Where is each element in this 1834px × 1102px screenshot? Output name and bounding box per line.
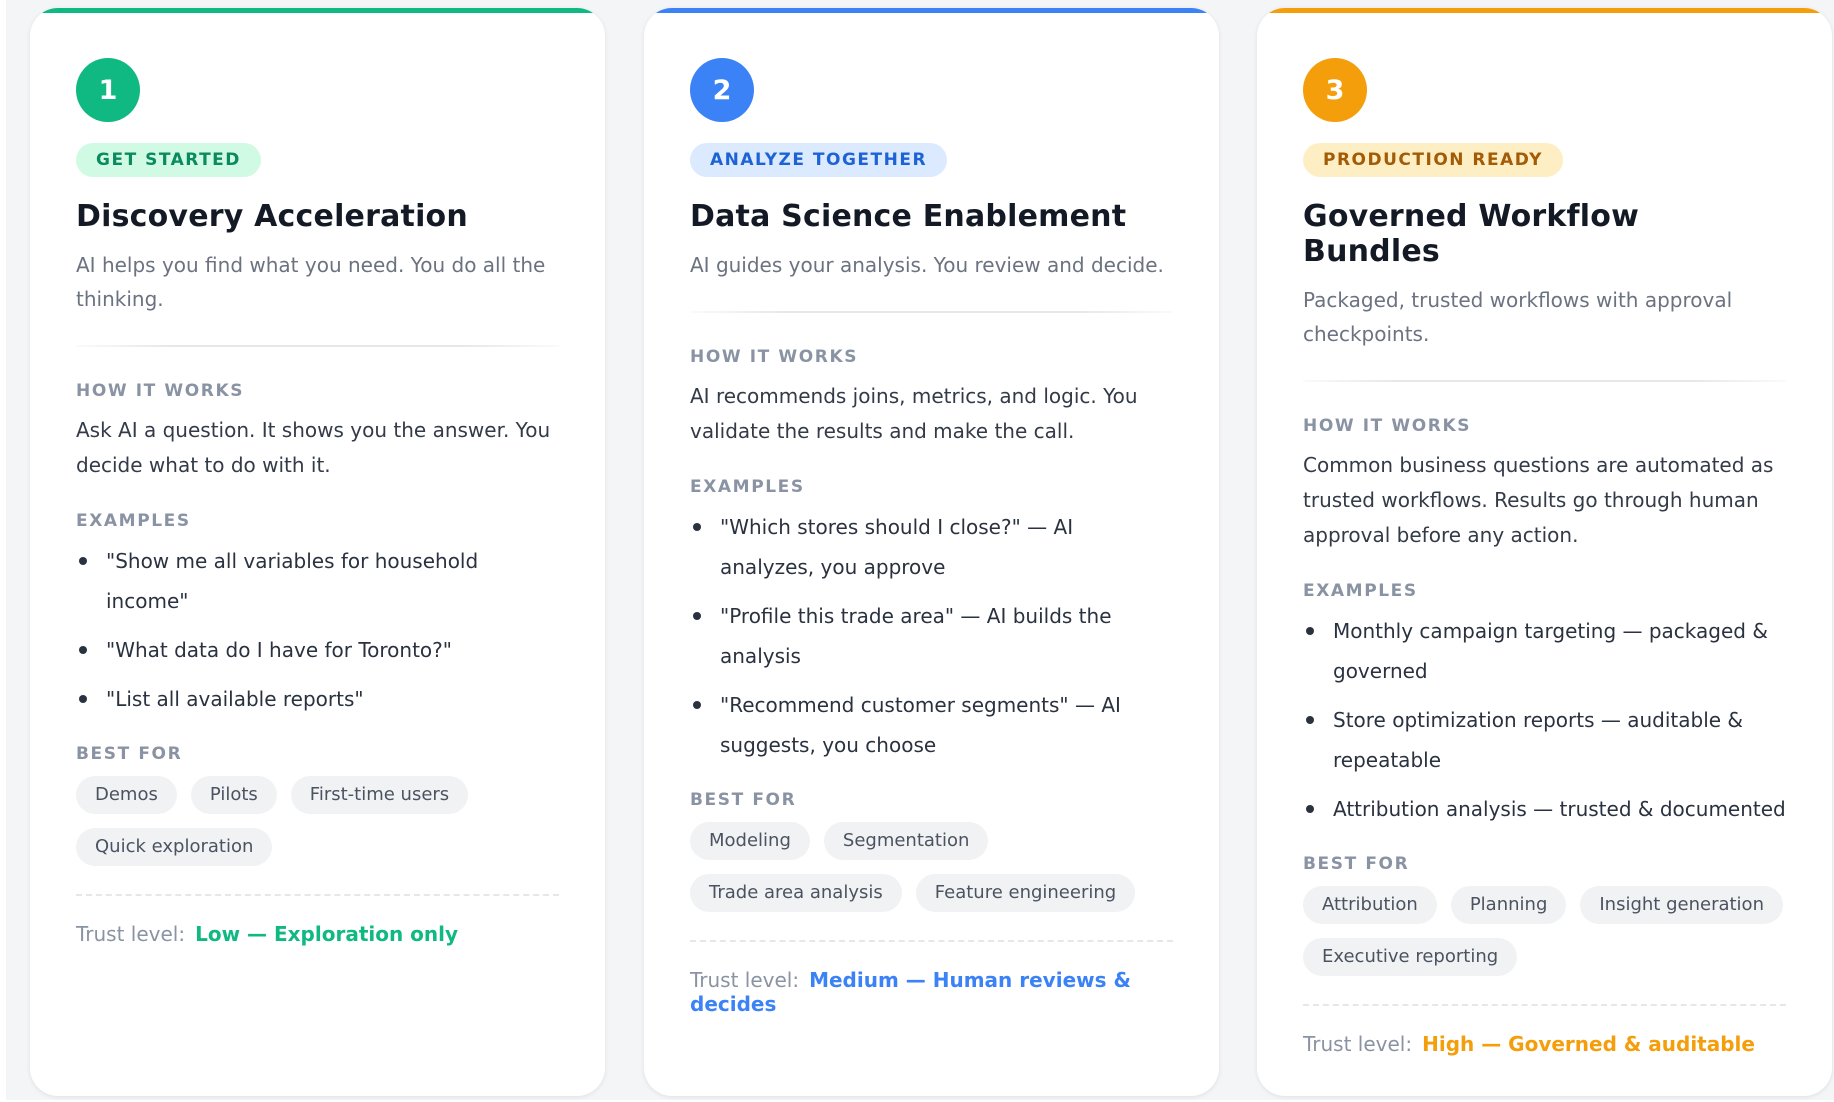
example-item: "Recommend customer segments" — AI sugge… — [690, 685, 1173, 765]
card-title: Data Science Enablement — [690, 199, 1127, 234]
best-for-chips: Modeling Segmentation Trade area analysi… — [690, 822, 1170, 912]
example-item: Monthly campaign targeting — packaged & … — [1303, 611, 1786, 691]
tier-card-discovery: 1 GET STARTED Discovery Acceleration AI … — [30, 8, 605, 1096]
examples-label: EXAMPLES — [76, 511, 191, 531]
trust-level: Trust level: Medium — Human reviews & dec… — [690, 968, 1173, 1016]
divider — [1303, 380, 1786, 382]
how-it-works-text: Common business questions are automated … — [1303, 453, 1774, 547]
best-for-chip: First-time users — [290, 776, 469, 814]
card-description: AI guides your analysis. You review and … — [690, 253, 1164, 277]
example-item: "Profile this trade area" — AI builds th… — [690, 596, 1173, 676]
best-for-chip: Pilots — [190, 776, 277, 814]
example-item: Attribution analysis — trusted & documen… — [1303, 789, 1786, 829]
best-for-chip: Quick exploration — [76, 828, 273, 866]
best-for-chips: Attribution Planning Insight generation … — [1303, 886, 1783, 976]
trust-level-value: High — Governed & auditable — [1422, 1032, 1755, 1056]
how-it-works-label: HOW IT WORKS — [76, 381, 245, 401]
how-it-works-label: HOW IT WORKS — [1303, 416, 1472, 436]
best-for-label: BEST FOR — [690, 790, 797, 810]
best-for-chip: Executive reporting — [1303, 938, 1518, 976]
example-item: Store optimization reports — auditable &… — [1303, 700, 1786, 780]
example-item: "What data do I have for Toronto?" — [76, 630, 559, 670]
best-for-chip: Demos — [76, 776, 177, 814]
best-for-chip: Insight generation — [1580, 886, 1783, 924]
how-it-works-label: HOW IT WORKS — [690, 347, 859, 367]
best-for-chip: Segmentation — [823, 822, 989, 860]
stage-tag: ANALYZE TOGETHER — [690, 143, 948, 177]
card-accent-bar — [1257, 8, 1832, 13]
example-item: "List all available reports" — [76, 679, 559, 719]
step-number-badge: 2 — [690, 58, 754, 122]
best-for-chips: Demos Pilots First-time users Quick expl… — [76, 776, 556, 866]
examples-label: EXAMPLES — [690, 477, 805, 497]
trust-level: Trust level: Low — Exploration only — [76, 922, 559, 946]
best-for-label: BEST FOR — [1303, 854, 1410, 874]
card-description: AI helps you find what you need. You do … — [76, 253, 546, 311]
example-item: "Show me all variables for household inc… — [76, 541, 559, 621]
card-title: Governed Workflow Bundles — [1303, 199, 1639, 269]
step-number-badge: 1 — [76, 58, 140, 122]
examples-list: Monthly campaign targeting — packaged & … — [1303, 611, 1786, 829]
card-accent-bar — [644, 8, 1219, 13]
card-accent-bar — [30, 8, 605, 13]
how-it-works-text: Ask AI a question. It shows you the answ… — [76, 418, 551, 477]
example-item: "Which stores should I close?" — AI anal… — [690, 507, 1173, 587]
dashed-divider — [1303, 1004, 1786, 1006]
how-it-works-text: AI recommends joins, metrics, and logic.… — [690, 384, 1138, 443]
best-for-chip: Modeling — [690, 822, 810, 860]
best-for-label: BEST FOR — [76, 744, 183, 764]
best-for-chip: Attribution — [1303, 886, 1437, 924]
divider — [690, 311, 1173, 313]
divider — [76, 345, 559, 347]
stage-tag: PRODUCTION READY — [1303, 143, 1563, 177]
tier-card-data-science: 2 ANALYZE TOGETHER Data Science Enableme… — [644, 8, 1219, 1096]
examples-list: "Show me all variables for household inc… — [76, 541, 559, 719]
examples-list: "Which stores should I close?" — AI anal… — [690, 507, 1173, 765]
examples-label: EXAMPLES — [1303, 581, 1418, 601]
dashed-divider — [76, 894, 559, 896]
step-number-badge: 3 — [1303, 58, 1367, 122]
card-description: Packaged, trusted workflows with approva… — [1303, 288, 1733, 346]
card-title: Discovery Acceleration — [76, 199, 468, 234]
best-for-chip: Feature engineering — [915, 874, 1136, 912]
tier-card-governed-workflows: 3 PRODUCTION READY Governed Workflow Bun… — [1257, 8, 1832, 1096]
cards-container: 1 GET STARTED Discovery Acceleration AI … — [6, 0, 1834, 1100]
dashed-divider — [690, 940, 1173, 942]
trust-level-label: Trust level: — [690, 968, 800, 992]
best-for-chip: Planning — [1450, 886, 1567, 924]
stage-tag: GET STARTED — [76, 143, 261, 177]
trust-level-label: Trust level: — [1303, 1032, 1413, 1056]
trust-level-label: Trust level: — [76, 922, 186, 946]
trust-level-value: Low — Exploration only — [195, 922, 459, 946]
best-for-chip: Trade area analysis — [690, 874, 902, 912]
trust-level: Trust level: High — Governed & auditable — [1303, 1032, 1786, 1056]
